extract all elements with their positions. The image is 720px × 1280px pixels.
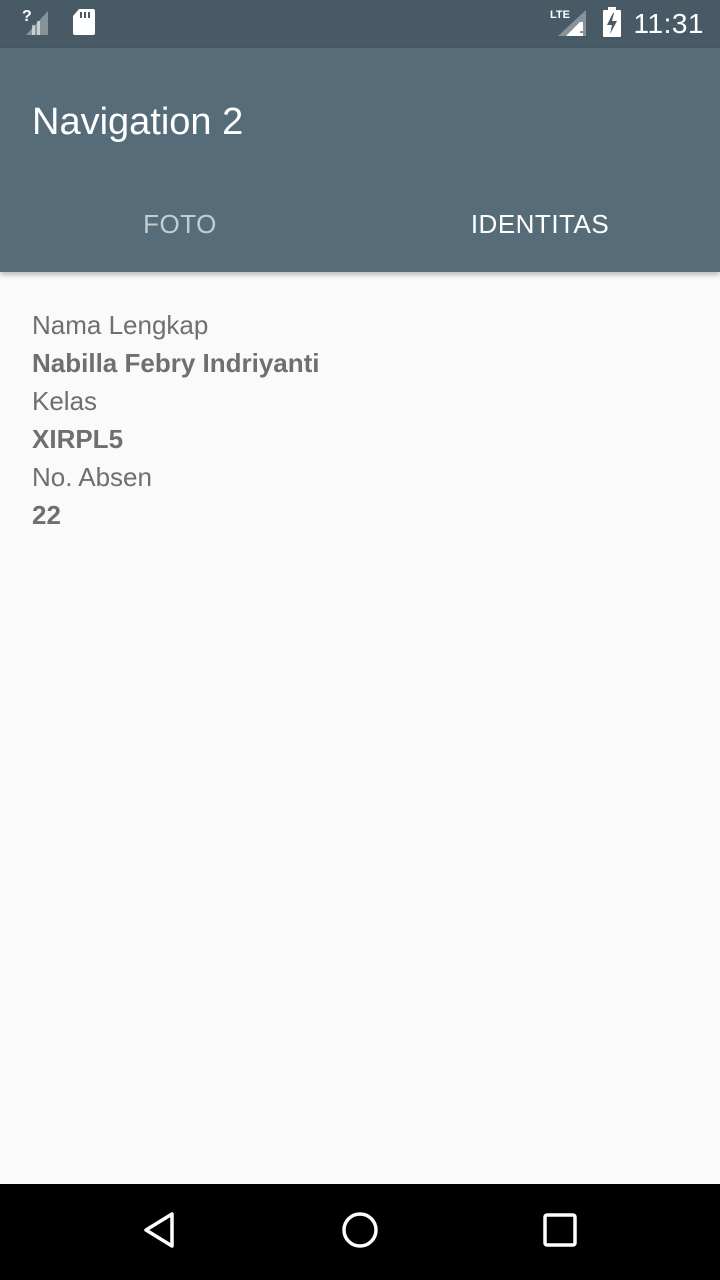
- number-value: 22: [32, 500, 61, 530]
- number-label: No. Absen: [32, 462, 152, 492]
- navigation-bar: [0, 1184, 720, 1280]
- class-label: Kelas: [32, 386, 98, 416]
- tab-foto[interactable]: FOTO: [0, 176, 360, 272]
- back-button[interactable]: [136, 1208, 184, 1256]
- battery-charging-icon: [602, 6, 622, 43]
- screen: ? LTE 11:31 Navigation 2 FOTO IDENTITAS …: [0, 0, 720, 1280]
- sd-card-icon: [72, 8, 96, 41]
- name-value: Nabilla Febry Indriyanti: [32, 348, 320, 378]
- lte-signal-icon: LTE: [550, 6, 590, 43]
- back-icon: [140, 1210, 180, 1255]
- recents-icon: [540, 1210, 580, 1255]
- home-icon: [340, 1210, 380, 1255]
- app-title: Navigation 2: [32, 101, 244, 143]
- home-button[interactable]: [336, 1208, 384, 1256]
- identity-content: Nama Lengkap Nabilla Febry Indriyanti Ke…: [32, 306, 688, 534]
- signal-unknown-icon: ?: [22, 7, 50, 42]
- status-time: 11:31: [633, 8, 704, 39]
- recents-button[interactable]: [536, 1208, 584, 1256]
- app-bar: Navigation 2 FOTO IDENTITAS: [0, 48, 720, 272]
- svg-text:LTE: LTE: [550, 9, 570, 21]
- svg-text:?: ?: [22, 8, 32, 25]
- class-value: XIRPL5: [32, 424, 124, 454]
- name-label: Nama Lengkap: [32, 310, 209, 340]
- tab-bar: FOTO IDENTITAS: [0, 176, 720, 272]
- status-bar: ? LTE 11:31: [0, 0, 720, 48]
- tab-identitas[interactable]: IDENTITAS: [360, 176, 720, 272]
